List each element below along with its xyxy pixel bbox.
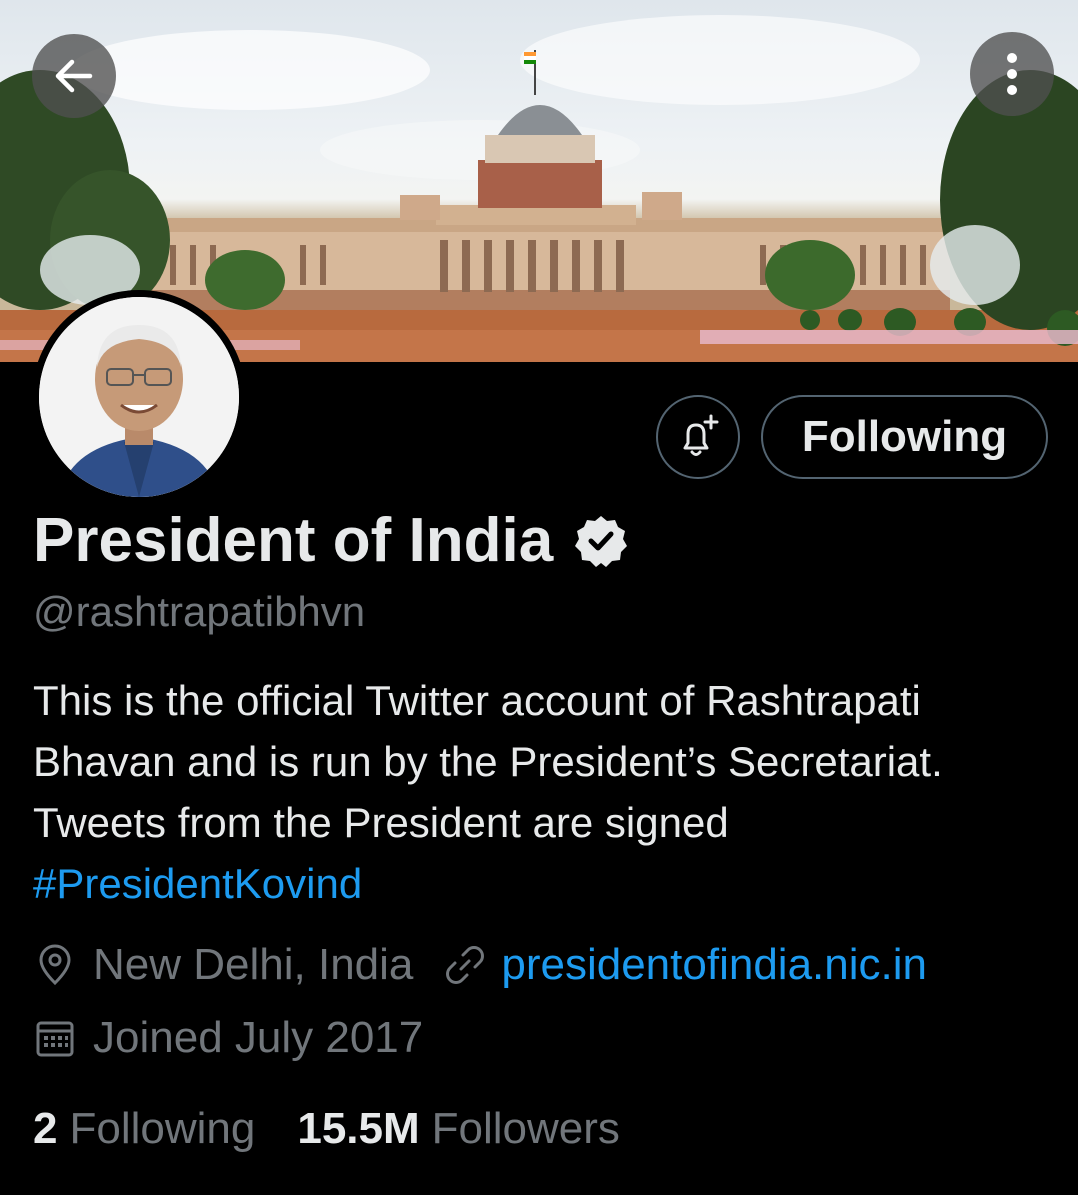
profile-meta-joined-row: Joined July 2017	[33, 1013, 423, 1063]
calendar-icon	[36, 1021, 74, 1057]
avatar-photo	[39, 297, 239, 497]
avatar[interactable]	[32, 290, 246, 504]
arrow-left-icon	[55, 59, 93, 93]
link-icon	[446, 946, 485, 984]
profile-name-row: President of India	[33, 505, 629, 576]
following-count: 2	[33, 1104, 58, 1153]
following-label: Following	[69, 1104, 256, 1153]
following-stat-link[interactable]: 2 Following	[33, 1104, 255, 1154]
following-button[interactable]: Following	[761, 395, 1048, 479]
profile-bio: This is the official Twitter account of …	[33, 670, 1063, 914]
bio-text: This is the official Twitter account of …	[33, 677, 943, 846]
followers-stat-link[interactable]: 15.5M Followers	[297, 1104, 620, 1154]
followers-count: 15.5M	[297, 1104, 420, 1153]
more-vertical-icon	[1007, 53, 1017, 95]
notifications-button[interactable]	[656, 395, 740, 479]
back-button[interactable]	[32, 34, 116, 118]
more-options-button[interactable]	[970, 32, 1054, 116]
profile-location: New Delhi, India	[93, 940, 414, 989]
profile-stats: 2 Following 15.5M Followers	[33, 1104, 662, 1154]
profile-website-link[interactable]: presidentofindia.nic.in	[501, 940, 927, 990]
bell-plus-icon	[683, 414, 719, 456]
profile-handle: @rashtrapatibhvn	[33, 588, 366, 635]
verified-badge-icon	[575, 515, 628, 567]
followers-label: Followers	[431, 1104, 620, 1153]
profile-joined-date: Joined July 2017	[93, 1013, 424, 1062]
profile-meta-location-row: New Delhi, India presidentofindia.nic.in	[33, 940, 927, 990]
location-pin-icon	[39, 944, 71, 986]
bio-hashtag-link[interactable]: #PresidentKovind	[33, 860, 362, 907]
profile-name: President of India	[33, 506, 554, 575]
